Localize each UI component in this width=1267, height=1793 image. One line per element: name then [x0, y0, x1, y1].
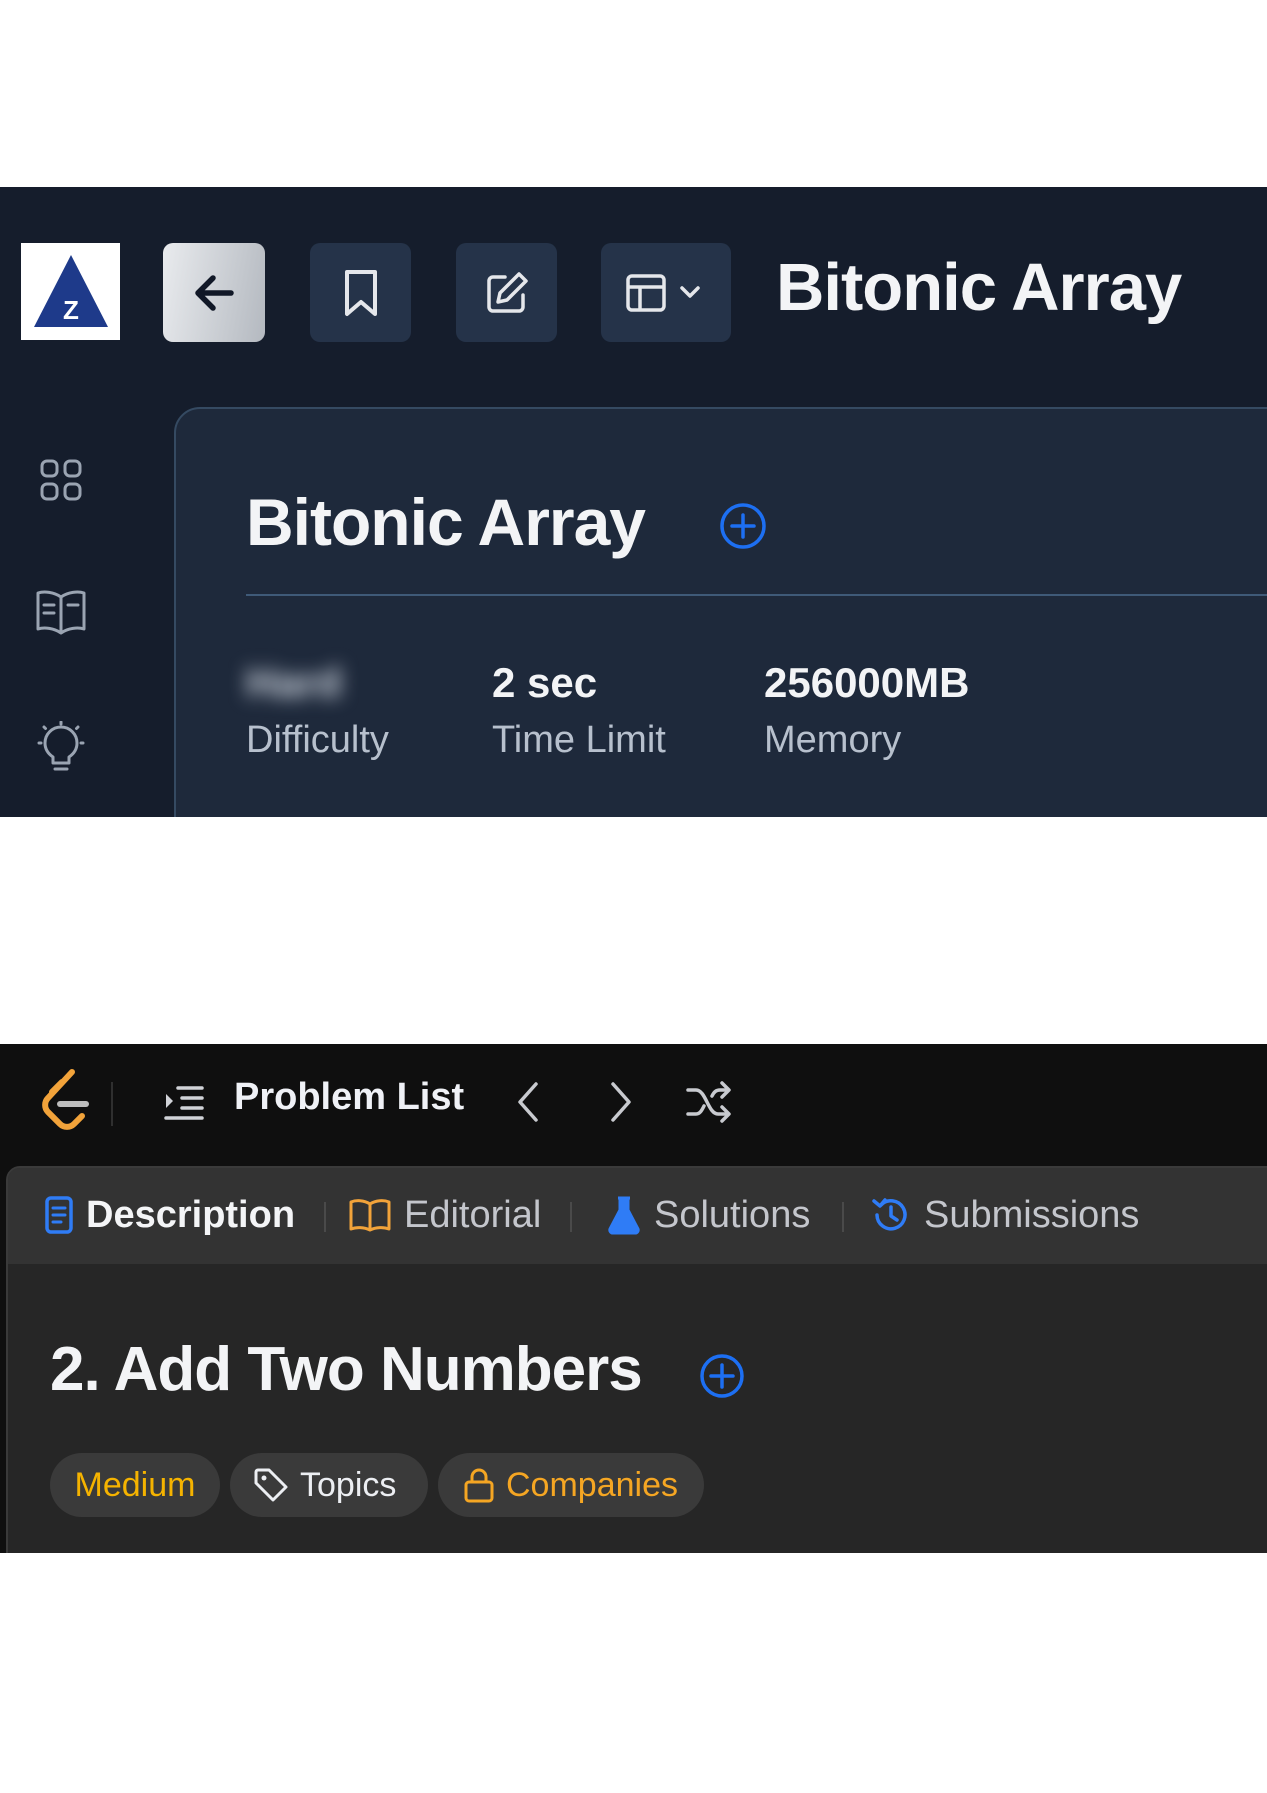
page-title: Bitonic Array: [776, 250, 1182, 325]
difficulty-badge-label: Medium: [74, 1465, 196, 1504]
edit-button[interactable]: [456, 243, 557, 342]
problem-panel: Description Editorial Solutions Submissi…: [6, 1166, 1267, 1553]
tab-separator: [842, 1202, 844, 1232]
problem-card: Bitonic Array Hard Difficulty 2 sec Time…: [174, 407, 1267, 817]
history-icon: [872, 1198, 907, 1231]
bookmark-icon: [344, 269, 377, 316]
tab-editorial[interactable]: Editorial: [348, 1190, 541, 1240]
time-limit-label: Time Limit: [492, 719, 666, 761]
difficulty-label: Difficulty: [246, 719, 389, 761]
stat-difficulty: Hard Difficulty: [246, 659, 389, 762]
layout-dropdown-icon: [626, 273, 700, 312]
leetcode-logo-icon[interactable]: [38, 1066, 92, 1141]
shuffle-icon[interactable]: [684, 1078, 734, 1131]
plus-circle-icon[interactable]: [718, 501, 768, 556]
separator: [111, 1082, 113, 1126]
stat-memory: 256000MB Memory: [764, 659, 969, 762]
time-limit-value: 2 sec: [492, 659, 598, 706]
lightbulb-icon[interactable]: [30, 717, 92, 779]
edit-icon: [486, 271, 528, 313]
tag-icon: [254, 1468, 288, 1502]
chevron-left-icon[interactable]: [510, 1078, 546, 1131]
tab-bar: Description Editorial Solutions Submissi…: [8, 1168, 1267, 1264]
grid-icon[interactable]: [30, 449, 92, 511]
lock-icon: [464, 1468, 494, 1503]
top-app-window: Z Bitonic Array Bitonic Array Hard Diffi…: [0, 187, 1267, 817]
tab-submissions[interactable]: Submissions: [870, 1190, 1139, 1240]
svg-text:Z: Z: [63, 295, 79, 325]
tab-solutions[interactable]: Solutions: [606, 1190, 810, 1240]
topics-button[interactable]: Topics: [230, 1453, 428, 1517]
az-logo-icon[interactable]: Z: [21, 243, 120, 340]
problem-list-button[interactable]: Problem List: [234, 1076, 464, 1119]
bookmark-button[interactable]: [310, 243, 411, 342]
list-indent-icon[interactable]: [162, 1082, 206, 1129]
chevron-right-icon[interactable]: [603, 1078, 639, 1131]
back-button[interactable]: [163, 243, 265, 342]
plus-circle-icon[interactable]: [698, 1352, 746, 1405]
companies-label: Companies: [506, 1465, 678, 1504]
bottom-app-window: Problem List Description Editorial Solut…: [0, 1044, 1267, 1553]
flask-icon: [608, 1196, 640, 1235]
topics-label: Topics: [300, 1465, 397, 1504]
book-icon: [349, 1199, 391, 1232]
tab-separator: [324, 1202, 326, 1232]
document-icon: [45, 1196, 73, 1234]
tab-description-label: Description: [86, 1193, 296, 1236]
difficulty-value: Hard: [246, 659, 342, 706]
tab-editorial-label: Editorial: [404, 1193, 542, 1236]
tab-solutions-label: Solutions: [654, 1193, 811, 1236]
problem-title: Bitonic Array: [246, 485, 646, 559]
stat-time-limit: 2 sec Time Limit: [492, 659, 666, 762]
book-open-icon[interactable]: [30, 581, 92, 643]
memory-label: Memory: [764, 719, 902, 761]
arrow-left-icon: [195, 274, 234, 311]
tab-submissions-label: Submissions: [924, 1193, 1140, 1236]
memory-value: 256000MB: [764, 659, 970, 706]
layout-dropdown-button[interactable]: [601, 243, 731, 342]
difficulty-badge: Medium: [50, 1453, 220, 1517]
divider: [246, 594, 1267, 596]
tab-separator: [570, 1202, 572, 1232]
tab-description[interactable]: Description: [44, 1190, 295, 1240]
companies-button[interactable]: Companies: [438, 1453, 704, 1517]
problem-title[interactable]: 2. Add Two Numbers: [50, 1334, 643, 1405]
